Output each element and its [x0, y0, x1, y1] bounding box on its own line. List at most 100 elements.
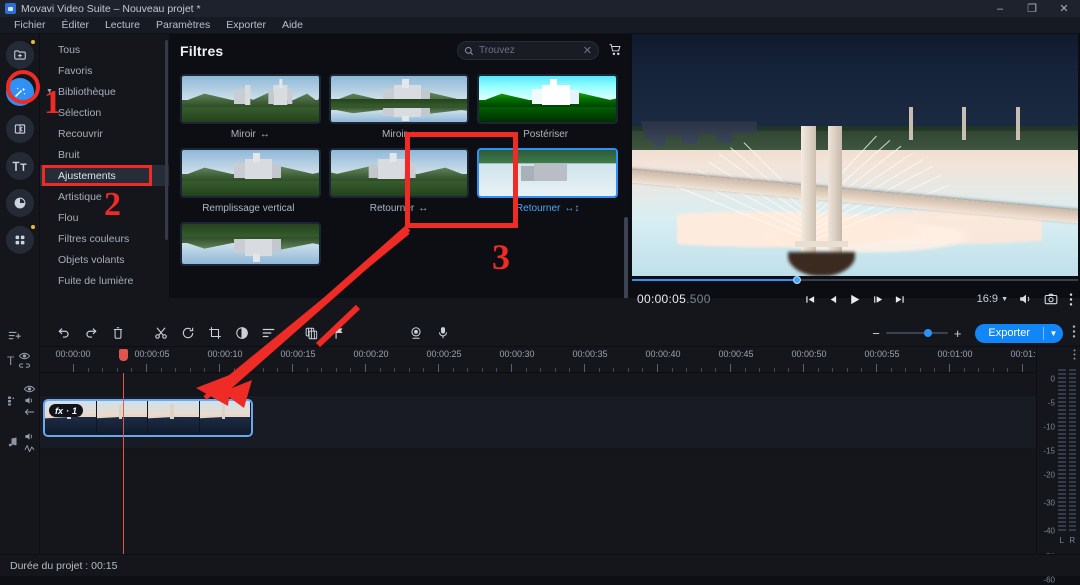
- filter-thumbnail[interactable]: [328, 74, 470, 124]
- menu-parametres[interactable]: Paramètres: [148, 17, 218, 34]
- arrow-left-icon[interactable]: [24, 408, 35, 416]
- step-back-icon[interactable]: [827, 294, 838, 305]
- category-scrollbar[interactable]: [165, 40, 168, 240]
- camera-icon[interactable]: [1044, 293, 1058, 305]
- search-input[interactable]: Trouvez ✕: [457, 41, 599, 60]
- category-recouvrir[interactable]: Recouvrir: [40, 123, 169, 144]
- video-clip[interactable]: fx · 1: [43, 399, 253, 437]
- rail-button-stickers[interactable]: [5, 189, 34, 217]
- color-adjust-button[interactable]: [228, 322, 255, 344]
- close-icon[interactable]: ✕: [583, 44, 592, 57]
- record-audio-button[interactable]: [429, 322, 456, 344]
- filter-card-miroir-h[interactable]: Miroir ↔: [178, 71, 327, 145]
- menu-exporter[interactable]: Exporter: [218, 17, 274, 34]
- skip-start-icon[interactable]: [805, 294, 816, 305]
- filter-card-retourner-h[interactable]: Retourner ↔: [327, 145, 476, 219]
- stabilize-button[interactable]: [298, 322, 325, 344]
- category-fuite-de-lumiere[interactable]: Fuite de lumière: [40, 270, 169, 291]
- filter-thumbnail[interactable]: [477, 148, 618, 198]
- category-ajustements[interactable]: Ajustements: [40, 165, 169, 186]
- speaker-icon[interactable]: [24, 396, 35, 405]
- menu-lecture[interactable]: Lecture: [97, 17, 148, 34]
- timeline-zoom-control[interactable]: − +: [872, 326, 961, 341]
- filter-card-miroir-v[interactable]: Miroir ↕: [327, 71, 476, 145]
- link-icon[interactable]: [19, 362, 31, 369]
- filters-scrollbar[interactable]: [624, 217, 628, 298]
- undo-button[interactable]: [50, 322, 77, 344]
- crop-button[interactable]: [201, 322, 228, 344]
- audio-track-controls[interactable]: [24, 432, 35, 452]
- record-video-button[interactable]: [402, 322, 429, 344]
- filter-thumbnail[interactable]: [477, 74, 618, 124]
- maximize-button[interactable]: ❐: [1016, 0, 1048, 17]
- rail-button-transitions[interactable]: [5, 115, 34, 143]
- timeline[interactable]: 00:00:00 00:00:05 00:00:10 00:00:15 00:0…: [40, 347, 1067, 554]
- toolbar-more-button[interactable]: [1072, 325, 1076, 341]
- zoom-slider-handle[interactable]: [924, 329, 933, 337]
- shopping-cart-icon[interactable]: [608, 43, 622, 59]
- filter-card-retourner-hv[interactable]: Retourner ↔↕: [475, 145, 624, 219]
- close-button[interactable]: ✕: [1048, 0, 1080, 17]
- timeline-playhead[interactable]: [123, 373, 124, 554]
- marker-button[interactable]: [325, 322, 352, 344]
- category-favoris[interactable]: Favoris: [40, 60, 169, 81]
- skip-end-icon[interactable]: [895, 294, 906, 305]
- export-dropdown-chevron-icon[interactable]: ▼: [1044, 324, 1063, 343]
- zoom-out-button[interactable]: −: [872, 326, 880, 341]
- play-icon[interactable]: [849, 293, 862, 306]
- seek-handle[interactable]: [793, 276, 802, 284]
- category-tous[interactable]: Tous: [40, 39, 169, 60]
- menu-editer[interactable]: Éditer: [54, 17, 97, 34]
- category-bibliotheque[interactable]: ▼ Bibliothèque: [40, 81, 169, 102]
- delete-button[interactable]: [104, 322, 131, 344]
- title-track-controls[interactable]: [19, 352, 31, 369]
- waveform-icon[interactable]: [24, 444, 35, 452]
- aspect-ratio-selector[interactable]: 16:9 ▼: [977, 293, 1008, 305]
- preview-video[interactable]: [632, 34, 1078, 276]
- filter-card-remplissage-vertical[interactable]: Remplissage vertical: [178, 145, 327, 219]
- category-artistique[interactable]: Artistique: [40, 186, 169, 207]
- music-note-icon[interactable]: [7, 436, 19, 448]
- minimize-button[interactable]: –: [984, 0, 1016, 17]
- rail-button-import-media[interactable]: [5, 40, 35, 69]
- properties-button[interactable]: [255, 322, 282, 344]
- video-track[interactable]: fx · 1: [40, 395, 1036, 449]
- speaker-icon[interactable]: [1019, 293, 1033, 305]
- rotate-button[interactable]: [174, 322, 201, 344]
- category-objets-volants[interactable]: Objets volants: [40, 249, 169, 270]
- category-flou[interactable]: Flou: [40, 207, 169, 228]
- filter-thumbnail[interactable]: [328, 148, 470, 198]
- menu-aide[interactable]: Aide: [274, 17, 311, 34]
- category-bruit[interactable]: Bruit: [40, 144, 169, 165]
- filter-thumbnail[interactable]: [180, 148, 321, 198]
- eye-icon[interactable]: [19, 352, 31, 360]
- filter-card-posteriser[interactable]: Postériser: [475, 71, 624, 145]
- rail-button-filters[interactable]: [5, 78, 34, 106]
- timeline-ruler[interactable]: 00:00:00 00:00:05 00:00:10 00:00:15 00:0…: [40, 347, 1067, 373]
- preview-seek-bar[interactable]: [632, 276, 1078, 284]
- rail-button-titles[interactable]: [5, 152, 34, 180]
- split-button[interactable]: [147, 322, 174, 344]
- main-area: T Tous Favoris ▼ Bibliothèque Sélection …: [0, 34, 1080, 585]
- overlay-icon[interactable]: [7, 395, 19, 407]
- speaker-icon[interactable]: [24, 432, 35, 441]
- zoom-in-button[interactable]: +: [954, 326, 962, 341]
- category-filtres-couleurs[interactable]: Filtres couleurs: [40, 228, 169, 249]
- playhead-handle[interactable]: [119, 349, 128, 361]
- filter-thumbnail[interactable]: [180, 222, 321, 266]
- kebab-menu-icon[interactable]: [1069, 292, 1073, 306]
- step-forward-icon[interactable]: [873, 294, 884, 305]
- category-selection[interactable]: Sélection: [40, 102, 169, 123]
- filter-thumbnail[interactable]: [180, 74, 321, 124]
- add-track-icon[interactable]: [7, 328, 22, 343]
- video-track-controls[interactable]: [24, 385, 35, 416]
- clip-fx-badge[interactable]: fx · 1: [49, 404, 84, 417]
- zoom-slider-track[interactable]: [885, 329, 948, 337]
- eye-icon[interactable]: [24, 385, 35, 393]
- export-button[interactable]: Exporter ▼: [975, 323, 1063, 343]
- rail-button-more-tools[interactable]: [5, 225, 35, 254]
- meter-more-button[interactable]: [1073, 349, 1076, 363]
- filter-card-row3-item1[interactable]: [178, 219, 327, 271]
- menu-fichier[interactable]: Fichier: [6, 17, 54, 34]
- redo-button[interactable]: [77, 322, 104, 344]
